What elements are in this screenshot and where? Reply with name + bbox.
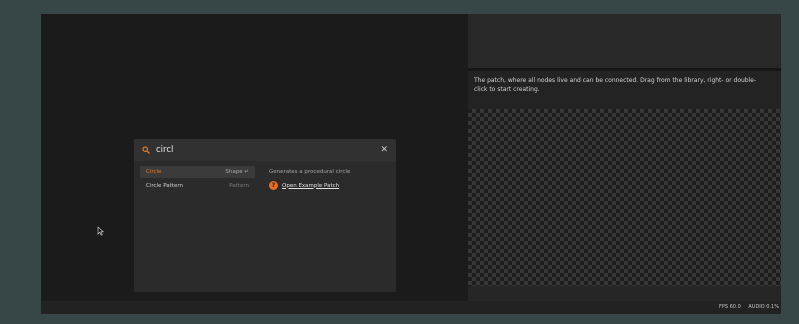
result-item-circle[interactable]: Circle Shape ↵ bbox=[140, 166, 255, 178]
panel-header-area bbox=[468, 14, 781, 68]
fps-readout: FPS 60.0 bbox=[718, 304, 741, 310]
result-item-circle-pattern[interactable]: Circle Pattern Pattern bbox=[140, 180, 255, 192]
status-readout: FPS 60.0 AUDIO 0.1% bbox=[713, 304, 779, 310]
audio-readout: AUDIO 0.1% bbox=[748, 304, 779, 310]
enter-key-icon: ↵ bbox=[244, 169, 249, 175]
preview-canvas[interactable] bbox=[468, 109, 781, 286]
patch-description: The patch, where all nodes live and can … bbox=[474, 77, 757, 93]
question-icon: ? bbox=[269, 181, 278, 190]
result-name: Circle Pattern bbox=[146, 183, 183, 189]
search-input[interactable] bbox=[156, 143, 356, 157]
results-list: Circle Shape ↵ Circle Pattern Pattern bbox=[140, 166, 255, 194]
result-name: Circle bbox=[146, 169, 162, 175]
search-bar: ✕ bbox=[134, 139, 396, 161]
op-description: Generates a procedural circle bbox=[269, 169, 351, 175]
result-category: Pattern bbox=[229, 183, 249, 189]
editor-window: The patch, where all nodes live and can … bbox=[41, 14, 781, 314]
example-link-text: Open Example Patch bbox=[282, 182, 340, 189]
right-panel: The patch, where all nodes live and can … bbox=[468, 14, 781, 301]
close-icon[interactable]: ✕ bbox=[380, 144, 388, 156]
panel-divider[interactable] bbox=[468, 68, 781, 71]
op-search-dialog: ✕ Circle Shape ↵ Circle Pattern Pattern … bbox=[134, 139, 396, 292]
status-bar: FPS 60.0 AUDIO 0.1% bbox=[41, 301, 781, 314]
op-details: Generates a procedural circle ? Open Exa… bbox=[269, 166, 389, 191]
open-example-link[interactable]: ? Open Example Patch bbox=[269, 180, 389, 191]
result-category: Shape ↵ bbox=[225, 169, 249, 175]
mouse-cursor-icon bbox=[97, 226, 105, 236]
search-icon bbox=[142, 146, 150, 154]
panel-footer bbox=[468, 286, 781, 301]
